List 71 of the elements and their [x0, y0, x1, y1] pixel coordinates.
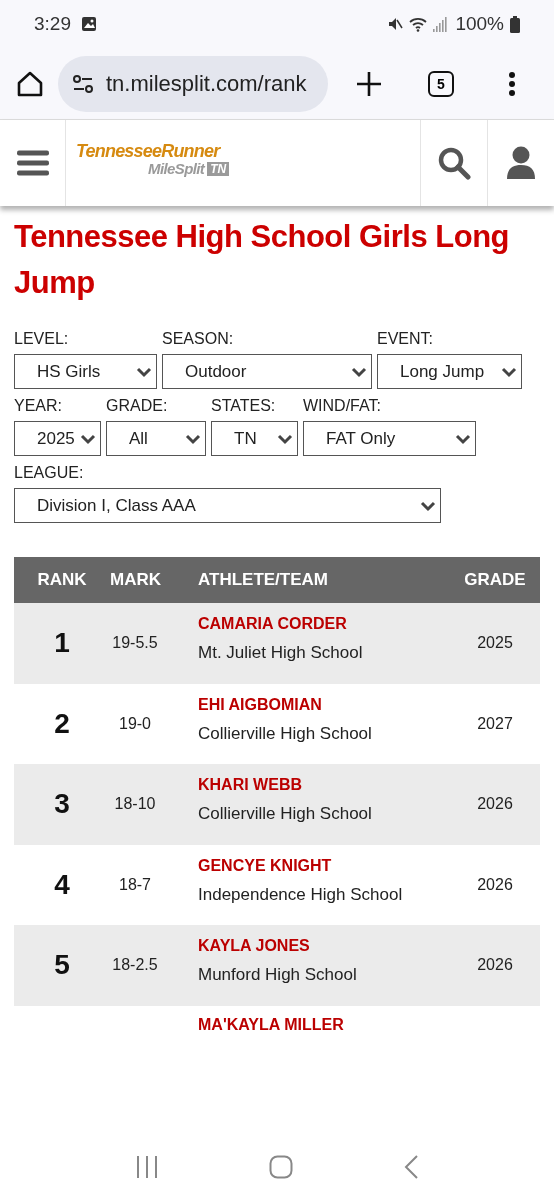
- mute-icon: [387, 16, 404, 32]
- mark-cell-text: 19-5.5: [111, 634, 159, 653]
- user-icon[interactable]: [506, 146, 536, 180]
- grade-cell-text: 2027: [476, 714, 514, 733]
- mark-cell-text: 19-0: [118, 714, 152, 733]
- site-settings-icon: [72, 73, 94, 94]
- select-field[interactable]: FAT Only: [303, 421, 476, 456]
- chevron-down-icon: [455, 432, 471, 445]
- chevron-down-icon: [420, 499, 436, 512]
- chevron-down-icon: [351, 365, 367, 378]
- athlete-link[interactable]: KAYLA JONES: [198, 937, 310, 955]
- mark-cell-text: 18-7: [118, 875, 152, 894]
- athlete-link[interactable]: CAMARIA CORDER: [198, 615, 347, 633]
- chevron-down-icon: [136, 365, 152, 378]
- rank-cell-text: 3: [53, 788, 71, 821]
- address-bar[interactable]: tn.milesplit.com/rank: [58, 55, 328, 112]
- signal-icon: [433, 16, 450, 32]
- back-icon[interactable]: [403, 1155, 419, 1179]
- team-name: Mt. Juliet High School: [198, 643, 364, 663]
- rank-cell-text: 4: [53, 868, 71, 901]
- select-field[interactable]: 2025: [14, 421, 101, 456]
- grade-cell-text: 2025: [476, 634, 514, 653]
- chevron-down-icon: [277, 432, 293, 445]
- clock-time: 3:29: [34, 13, 71, 35]
- image-icon: [81, 16, 97, 32]
- grade-cell-text: 2026: [476, 956, 514, 975]
- rank-cell-text: 5: [53, 949, 71, 982]
- team-name: Munford High School: [198, 965, 358, 985]
- select-field[interactable]: TN: [211, 421, 298, 456]
- mark-cell-text: 18-2.5: [111, 956, 159, 975]
- team-name: Collierville High School: [198, 804, 373, 824]
- menu-icon[interactable]: [16, 150, 49, 176]
- grade-cell-text: 2026: [476, 795, 514, 814]
- team-name: Independence High School: [198, 884, 404, 905]
- select-field[interactable]: HS Girls: [14, 354, 157, 389]
- filter-label: EVENT:: [377, 330, 434, 348]
- athlete-link[interactable]: MA'KAYLA MILLER: [198, 1015, 344, 1034]
- chevron-down-icon: [185, 432, 201, 445]
- athlete-link[interactable]: EHI AIGBOMIAN: [198, 695, 322, 714]
- filter-label: WIND/FAT:: [303, 397, 382, 415]
- filter-label: GRADE:: [106, 397, 169, 415]
- battery-icon: [510, 15, 520, 33]
- filter-label: SEASON:: [162, 330, 235, 348]
- mark-cell-text: 18-10: [113, 795, 157, 814]
- filter-label: STATES:: [211, 397, 277, 415]
- chevron-down-icon: [501, 365, 517, 378]
- select-field[interactable]: Outdoor: [162, 354, 372, 389]
- home-nav-icon[interactable]: [269, 1155, 293, 1179]
- rank-cell-text: 1: [53, 627, 71, 660]
- page-title: Tennessee High School Girls Long Jump: [14, 218, 510, 302]
- search-icon[interactable]: [437, 146, 471, 180]
- filter-label: LEAGUE:: [14, 464, 85, 482]
- home-icon[interactable]: [16, 69, 44, 98]
- tab-count-button[interactable]: 5: [428, 70, 454, 97]
- recent-apps-icon[interactable]: [135, 1156, 159, 1178]
- select-field[interactable]: All: [106, 421, 206, 456]
- athlete-link[interactable]: KHARI WEBB: [198, 776, 302, 794]
- team-name: Collierville High School: [198, 723, 373, 744]
- table-header: RANK MARK ATHLETE/TEAM GRADE: [14, 557, 540, 603]
- select-field[interactable]: Division I, Class AAA: [14, 488, 441, 523]
- select-field[interactable]: Long Jump: [377, 354, 522, 389]
- chevron-down-icon: [80, 432, 96, 445]
- plus-icon[interactable]: [356, 70, 382, 97]
- rank-cell-text: 2: [53, 707, 71, 740]
- more-icon[interactable]: [508, 70, 516, 97]
- athlete-link[interactable]: GENCYE KNIGHT: [198, 856, 332, 875]
- grade-cell-text: 2026: [476, 875, 514, 894]
- wifi-icon: [409, 16, 428, 32]
- filter-label: LEVEL:: [14, 330, 70, 348]
- battery-level: 100%: [455, 13, 504, 35]
- filter-label: YEAR:: [14, 397, 63, 415]
